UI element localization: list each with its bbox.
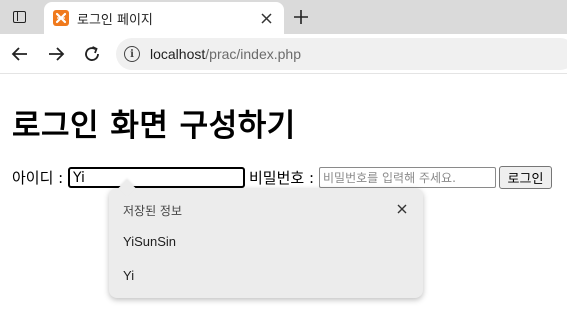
plus-icon: [294, 10, 308, 24]
browser-toolbar: i localhost/prac/index.php: [0, 34, 567, 74]
window-icon: [12, 11, 26, 23]
forward-arrow-icon: [49, 47, 65, 61]
tab-title: 로그인 페이지: [77, 12, 153, 28]
reload-button[interactable]: [80, 42, 104, 66]
tab-strip: 로그인 페이지: [0, 0, 567, 34]
info-icon[interactable]: i: [124, 46, 140, 62]
window-menu-button[interactable]: [8, 6, 30, 28]
autofill-item[interactable]: YiSunSin: [123, 234, 176, 249]
back-button[interactable]: [8, 42, 32, 66]
id-input[interactable]: [68, 167, 245, 188]
back-arrow-icon: [11, 47, 27, 61]
login-form: 아이디 : 비밀번호 : 로그인: [12, 166, 567, 190]
xampp-icon: [53, 10, 69, 26]
address-bar[interactable]: i localhost/prac/index.php: [116, 38, 567, 70]
new-tab-button[interactable]: [290, 6, 312, 28]
password-label: 비밀번호 :: [249, 169, 315, 187]
password-input[interactable]: [319, 167, 496, 188]
autofill-item[interactable]: Yi: [123, 268, 134, 283]
close-icon[interactable]: [258, 10, 274, 26]
forward-button[interactable]: [44, 42, 68, 66]
page-title: 로그인 화면 구성하기: [12, 108, 296, 144]
id-label: 아이디 :: [12, 169, 64, 187]
autofill-header: 저장된 정보: [123, 204, 183, 218]
autofill-popup: 저장된 정보 YiSunSin Yi: [109, 188, 423, 298]
close-icon[interactable]: [395, 202, 409, 216]
browser-tab[interactable]: 로그인 페이지: [44, 2, 284, 34]
url-text: localhost/prac/index.php: [150, 46, 301, 62]
login-button[interactable]: 로그인: [499, 166, 552, 189]
reload-icon: [85, 46, 99, 61]
